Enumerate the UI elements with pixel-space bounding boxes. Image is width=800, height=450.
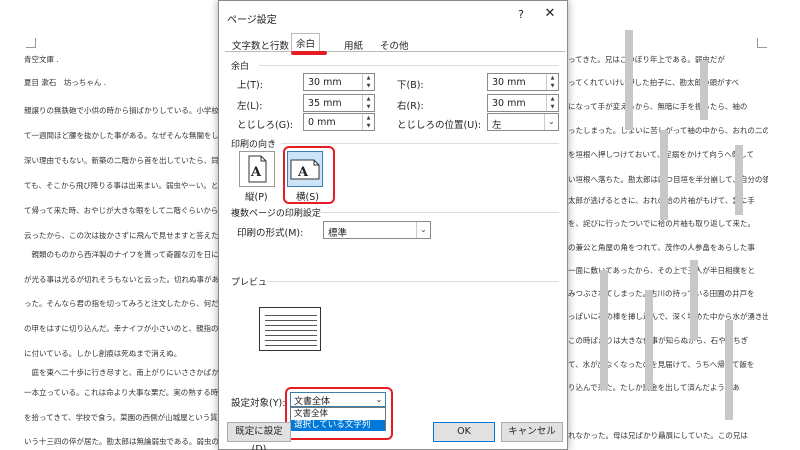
doc-line: を拾ってきて、学校で食う。菜園の西側が山城屋という質屋の (24, 413, 220, 422)
doc-line: になって手が変えるから、無暗に手を振ったら、袖の (568, 102, 748, 111)
page-setup-dialog: ページ設定 ? ✕ 文字数と行数 余白 用紙 その他 余白 上(T): 30 m… (218, 0, 568, 450)
apply-to-highlight-frame (285, 387, 393, 440)
spinner-arrows-icon[interactable]: ▲ ▼ (546, 74, 558, 90)
doc-line: ても、そこから飛び降りる事は出来まい。弱虫やーい。と囃 (24, 181, 220, 190)
tab-paper[interactable]: 用紙 (339, 35, 368, 52)
set-default-button[interactable]: 既定に設定(D) (227, 422, 291, 450)
right-margin-value: 30 mm (492, 98, 526, 109)
orientation-section-title: 印刷の向き (231, 140, 277, 150)
section-divider (259, 65, 559, 66)
grid-shade (690, 260, 698, 340)
left-margin-spinner[interactable]: 35 mm ▲ ▼ (303, 94, 375, 112)
tab-other[interactable]: その他 (375, 35, 414, 52)
top-margin-value: 30 mm (308, 77, 342, 88)
doc-line: 親譲りの無鉄砲で小供の時から損ばかりしている。小学校に (24, 106, 220, 115)
left-margin-value: 35 mm (308, 98, 342, 109)
print-format-select[interactable]: 標準 ⌄ (323, 221, 431, 239)
portrait-option[interactable]: A (239, 151, 275, 187)
doc-line: った。そんなら君の指を切ってみろと注文したから、何だ指 (24, 299, 220, 308)
spinner-arrows-icon[interactable]: ▲ ▼ (362, 95, 374, 111)
grid-shade (700, 60, 708, 120)
page-corner-mark-right (757, 38, 767, 48)
gutter-label: とじしろ(G): (237, 120, 293, 131)
bottom-margin-label: 下(B): (397, 80, 424, 91)
doc-line: て帰って来た時、おやじが大きな眼をして二階ぐらいから飛 (24, 206, 220, 215)
section-divider (319, 212, 559, 213)
page-corner-mark-left (26, 38, 36, 48)
portrait-label: 縦(P) (245, 192, 268, 203)
right-margin-spinner[interactable]: 30 mm ▲ ▼ (487, 94, 559, 112)
doc-line: 親類のものから西洋製のナイフを貰って奇麗な刃を日に翳 (24, 250, 220, 259)
tab-margins[interactable]: 余白 (291, 33, 321, 53)
doc-line: っぱいに石の棒を挿し込んで、深く埋めた中から水が湧き出て、 (568, 312, 768, 321)
gutter-position-label: とじしろの位置(U): (397, 120, 482, 131)
section-divider (281, 143, 559, 144)
grid-shade (600, 270, 608, 390)
grid-shade (660, 130, 668, 220)
doc-line: 一本立っている。これは命より大事な栗だ。実の熟する時分は (24, 388, 220, 397)
grid-shade (735, 145, 743, 215)
doc-line: ってきた。兄はごつぼり年上である。弱虫だが (568, 55, 725, 64)
doc-line: 夏目 漱石 坊っちゃん . (24, 78, 107, 87)
doc-line: が光る事は光るが切れそうもないと云った。切れぬ事がある (24, 275, 220, 284)
bottom-margin-spinner[interactable]: 30 mm ▲ ▼ (487, 73, 559, 91)
doc-line: て一週間ほど腰を抜かした事がある。なぜそんな無闇をした (24, 131, 220, 140)
apply-to-label: 設定対象(Y): (231, 398, 286, 409)
top-margin-spinner[interactable]: 30 mm ▲ ▼ (303, 73, 375, 91)
section-divider (267, 281, 559, 282)
doc-line: みつぶされてしまった。古川の持っている田圃の井戸を (568, 289, 755, 298)
spinner-arrows-icon[interactable]: ▲ ▼ (362, 114, 374, 130)
active-tab-highlight (291, 51, 327, 55)
doc-line: の兼公と角屋の角をつれて、茂作の人参畠をあらした事 (568, 243, 755, 252)
dialog-titlebar[interactable]: ページ設定 ? ✕ (219, 1, 567, 33)
doc-line: れなかった。母は兄ばかり贔屓にしていた。この兄は (568, 431, 748, 440)
gutter-position-select[interactable]: 左 ⌄ (487, 113, 559, 131)
doc-line: ったしまった。しまいに苦しがって袖の中から、おれの二の (568, 126, 768, 135)
chevron-down-icon: ⌄ (416, 222, 430, 238)
tab-characters-lines[interactable]: 文字数と行数 (227, 35, 294, 52)
gutter-spinner[interactable]: 0 mm ▲ ▼ (303, 113, 375, 131)
doc-line: 青空文庫 . (24, 55, 59, 64)
close-button[interactable]: ✕ (542, 6, 558, 21)
doc-line: 庭を東へ二十歩に行き尽すと、南上がりにいささかばかりの (24, 368, 220, 377)
doc-line: の甲をはすに切り込んだ。幸ナイフが小さいのと、親指の骨 (24, 324, 220, 333)
left-margin-label: 左(L): (237, 101, 263, 112)
doc-line: いう十三四の倅が居た。勘太郎は無論弱虫である。弱虫の癖に (24, 437, 220, 446)
help-button[interactable]: ? (513, 8, 529, 21)
margins-section-title: 余白 (231, 62, 250, 72)
grid-shade (625, 30, 633, 130)
doc-line: に付いている。しかし創痕は死ぬまで消えぬ。 (24, 349, 182, 358)
portrait-page-icon: A (248, 155, 267, 183)
spinner-arrows-icon[interactable]: ▲ ▼ (362, 74, 374, 90)
svg-text:A: A (250, 165, 262, 180)
right-margin-label: 右(R): (397, 101, 424, 112)
doc-line: 云ったから、この次は抜かさずに飛んで見せますと答えた。 (24, 231, 220, 240)
doc-line: て、水が出なくなったのを見届けて、うちへ帰って飯を (568, 360, 755, 369)
grid-shade (725, 320, 733, 420)
doc-line: ってくれていけい押した拍子に、勘太郎の頭がすべ (568, 78, 739, 87)
tab-strip: 文字数と行数 余白 用紙 その他 (225, 33, 565, 53)
spinner-arrows-icon[interactable]: ▲ ▼ (546, 95, 558, 111)
preview-page-thumbnail (259, 307, 321, 351)
bottom-margin-value: 30 mm (492, 77, 526, 88)
ok-button[interactable]: OK (433, 422, 495, 442)
doc-line: この時ばかりは大きな仕事が知らぬから、石や棒ちぎ (568, 336, 749, 345)
doc-line: 深い理由でもない。新築の二階から首を出していたら、同級 (24, 156, 220, 165)
doc-line: を、詫びに行ったついでに袷の片袖も取り返して来た。 (568, 219, 756, 228)
doc-line: 一面に敷いてあったから、その上で三人が半日相撲をと (568, 266, 756, 275)
top-margin-label: 上(T): (237, 80, 263, 91)
gutter-value: 0 mm (308, 117, 336, 128)
dialog-title: ページ設定 (227, 15, 277, 26)
grid-shade (645, 290, 653, 390)
chevron-down-icon: ⌄ (544, 114, 558, 130)
doc-line: り込んで来た。たしか罰金を出して済んだようであ (568, 383, 740, 392)
print-format-value: 標準 (328, 228, 348, 239)
gutter-position-value: 左 (492, 120, 502, 131)
print-format-label: 印刷の形式(M): (237, 228, 304, 239)
pages-section-title: 複数ページの印刷設定 (231, 209, 321, 219)
landscape-highlight-frame (283, 146, 335, 204)
cancel-button[interactable]: キャンセル (501, 422, 563, 442)
